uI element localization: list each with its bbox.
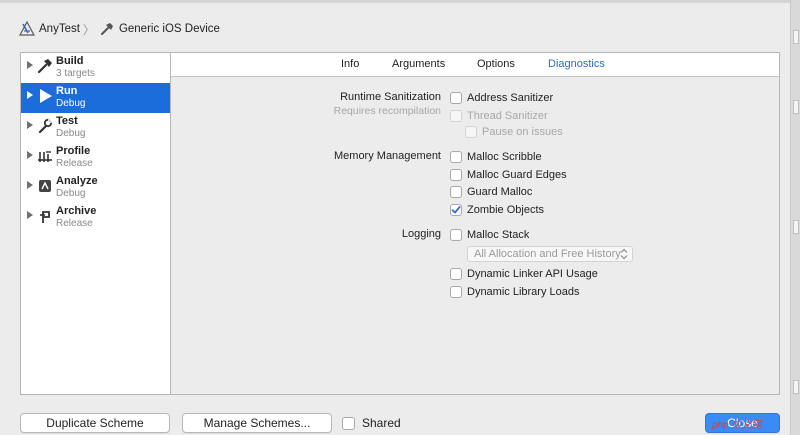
- checkbox-box[interactable]: [450, 169, 462, 181]
- checkbox-box[interactable]: [465, 126, 477, 138]
- scheme-action-list: Build 3 targets Run Debug Test Debug Pro…: [20, 52, 171, 395]
- window-top-edge: [0, 0, 800, 3]
- sidebar-item-run[interactable]: Run Debug: [21, 83, 170, 113]
- breadcrumb-separator: 〉: [82, 22, 95, 37]
- sidebar-item-title: Run: [56, 85, 78, 97]
- checkmark-icon: [451, 206, 461, 214]
- edge-tab: [793, 100, 799, 114]
- sidebar-item-subtitle: Debug: [56, 98, 86, 109]
- malloc-stack-mode-popup[interactable]: All Allocation and Free History: [467, 246, 633, 262]
- checkbox-box[interactable]: [450, 229, 462, 241]
- thread-sanitizer-checkbox[interactable]: Thread Sanitizer: [450, 109, 548, 123]
- sidebar-item-subtitle: Release: [56, 218, 93, 229]
- disclosure-triangle-icon[interactable]: [27, 181, 33, 189]
- sidebar-item-subtitle: 3 targets: [56, 68, 95, 79]
- tab-options[interactable]: Options: [477, 58, 515, 70]
- analyze-icon: [36, 177, 54, 195]
- edge-tab: [793, 220, 799, 234]
- tab-diagnostics[interactable]: Diagnostics: [548, 58, 605, 70]
- guard-malloc-checkbox[interactable]: Guard Malloc: [450, 185, 532, 199]
- sidebar-item-test[interactable]: Test Debug: [21, 113, 170, 143]
- sidebar-item-title: Archive: [56, 205, 97, 217]
- shared-checkbox[interactable]: Shared: [342, 416, 401, 430]
- sidebar-item-archive[interactable]: Archive Release: [21, 203, 170, 233]
- hammer-icon: [36, 57, 54, 75]
- address-sanitizer-checkbox[interactable]: Address Sanitizer: [450, 91, 553, 105]
- checkbox-box[interactable]: [450, 186, 462, 198]
- sidebar-item-subtitle: Debug: [56, 188, 86, 199]
- malloc-stack-checkbox[interactable]: Malloc Stack: [450, 228, 529, 242]
- scheme-name[interactable]: AnyTest: [39, 23, 80, 35]
- scheme-editor-panel: Info Arguments Options Diagnostics Runti…: [171, 52, 780, 395]
- malloc-scribble-checkbox[interactable]: Malloc Scribble: [450, 150, 542, 164]
- checkbox-label: Thread Sanitizer: [467, 110, 548, 122]
- tab-info[interactable]: Info: [341, 58, 359, 70]
- sidebar-item-title: Profile: [56, 145, 91, 157]
- edge-tab: [793, 30, 799, 44]
- xcode-app-icon: [18, 20, 36, 38]
- scheme-breadcrumb[interactable]: AnyTest 〉 Generic iOS Device: [18, 19, 220, 39]
- checkbox-label: Dynamic Linker API Usage: [467, 268, 598, 280]
- duplicate-scheme-button[interactable]: Duplicate Scheme: [20, 413, 170, 433]
- wrench-icon: [36, 117, 54, 135]
- watermark: php 中文网: [712, 420, 762, 431]
- sidebar-item-analyze[interactable]: Analyze Debug: [21, 173, 170, 203]
- window-right-edge: [790, 0, 800, 435]
- hammer-icon: [98, 20, 116, 38]
- popup-value: All Allocation and Free History: [474, 248, 621, 260]
- checkbox-box[interactable]: [342, 416, 355, 430]
- checkbox-box[interactable]: [450, 110, 462, 122]
- checkbox-box[interactable]: [450, 286, 462, 298]
- checkbox-label: Malloc Stack: [467, 229, 530, 241]
- tab-bar: Info Arguments Options Diagnostics: [171, 53, 779, 77]
- checkbox-label: Shared: [362, 416, 401, 430]
- sidebar-item-title: Test: [56, 115, 78, 127]
- checkbox-label: Dynamic Library Loads: [467, 286, 580, 298]
- play-icon: [36, 87, 54, 105]
- disclosure-triangle-icon[interactable]: [27, 121, 33, 129]
- disclosure-triangle-icon[interactable]: [27, 151, 33, 159]
- logging-label: Logging: [401, 228, 441, 240]
- manage-schemes-button[interactable]: Manage Schemes...: [182, 413, 332, 433]
- checkbox-label: Guard Malloc: [467, 186, 533, 198]
- runtime-sanitization-label: Runtime Sanitization: [340, 91, 441, 103]
- checkbox-label: Malloc Guard Edges: [467, 169, 567, 181]
- tab-arguments[interactable]: Arguments: [392, 58, 445, 70]
- sidebar-item-subtitle: Debug: [56, 128, 86, 139]
- checkbox-box[interactable]: [450, 151, 462, 163]
- dynamic-library-loads-checkbox[interactable]: Dynamic Library Loads: [450, 285, 580, 299]
- disclosure-triangle-icon[interactable]: [27, 61, 33, 69]
- sidebar-item-subtitle: Release: [56, 158, 93, 169]
- pause-on-issues-checkbox[interactable]: Pause on issues: [465, 125, 563, 139]
- gauge-icon: [36, 147, 54, 165]
- archive-icon: [36, 207, 54, 225]
- disclosure-triangle-icon[interactable]: [27, 91, 33, 99]
- sidebar-item-profile[interactable]: Profile Release: [21, 143, 170, 173]
- sidebar-item-title: Build: [56, 55, 84, 67]
- checkbox-label: Address Sanitizer: [467, 92, 554, 104]
- sidebar-item-title: Analyze: [56, 175, 98, 187]
- dynamic-linker-api-usage-checkbox[interactable]: Dynamic Linker API Usage: [450, 267, 598, 281]
- destination-name[interactable]: Generic iOS Device: [119, 23, 220, 35]
- zombie-objects-checkbox[interactable]: Zombie Objects: [450, 203, 544, 217]
- checkbox-box[interactable]: [450, 268, 462, 280]
- checkbox-box[interactable]: [450, 204, 462, 216]
- checkbox-label: Malloc Scribble: [467, 151, 542, 163]
- updown-chevron-icon: [620, 248, 628, 260]
- checkbox-label: Pause on issues: [482, 126, 563, 138]
- checkbox-label: Zombie Objects: [467, 204, 545, 216]
- malloc-guard-edges-checkbox[interactable]: Malloc Guard Edges: [450, 168, 567, 182]
- requires-recompilation-note: Requires recompilation: [333, 105, 441, 117]
- sidebar-item-build[interactable]: Build 3 targets: [21, 53, 170, 83]
- edge-tab: [793, 380, 799, 394]
- disclosure-triangle-icon[interactable]: [27, 211, 33, 219]
- checkbox-box[interactable]: [450, 92, 462, 104]
- memory-management-label: Memory Management: [334, 150, 441, 162]
